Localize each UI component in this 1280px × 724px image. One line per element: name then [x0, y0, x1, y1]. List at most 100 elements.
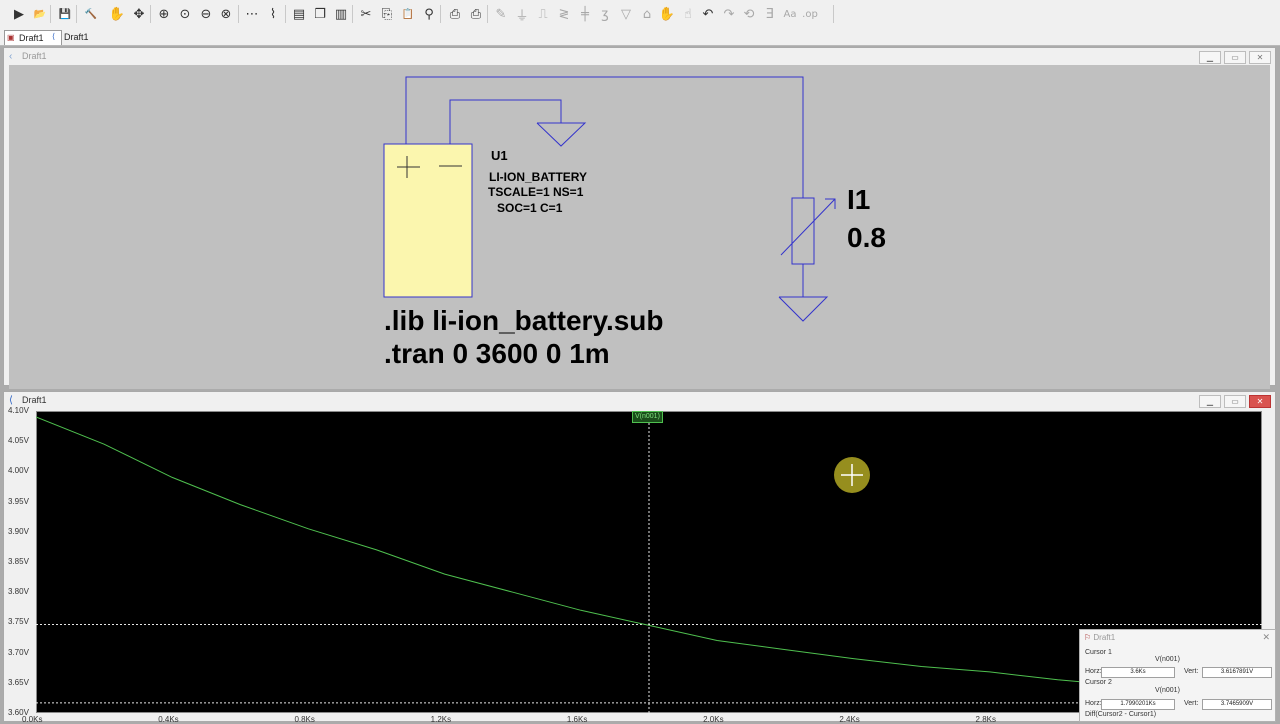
document-tabs: ▣ Draft1 ⟨ Draft1: [0, 29, 1280, 46]
y-tick-label: 4.05V: [8, 436, 29, 446]
toolbar-separator: [352, 5, 353, 23]
mirror-icon[interactable]: Ǝ: [761, 5, 779, 23]
save-icon[interactable]: 💾: [56, 5, 74, 23]
tab-plot-label: Draft1: [64, 32, 89, 42]
wire-minus: [449, 99, 562, 144]
close-button[interactable]: ✕: [1249, 51, 1271, 64]
ground-bottom: [778, 296, 829, 322]
y-tick-label: 3.75V: [8, 617, 29, 627]
inductor-icon[interactable]: ʒ: [596, 5, 614, 23]
minimize-button[interactable]: ▁: [1199, 395, 1221, 408]
cursor1-vert-label: Vert:: [1184, 668, 1199, 675]
rotate-icon[interactable]: ⟲: [740, 5, 758, 23]
move-icon[interactable]: ✋: [658, 5, 676, 23]
cursor1-vert-field[interactable]: 3.6167891V: [1202, 667, 1272, 678]
probe-icon: ⚐: [1084, 633, 1092, 642]
toolbar-separator: [150, 5, 151, 23]
trace-label[interactable]: V(n001): [632, 411, 663, 423]
cursor1-trace: V(n001): [1155, 656, 1180, 663]
capacitor-icon[interactable]: ╪: [576, 5, 594, 23]
cursor2-trace: V(n001): [1155, 687, 1180, 694]
toolbar-separator: [285, 5, 286, 23]
text-icon[interactable]: Aa: [781, 5, 799, 23]
zoom-cancel-icon[interactable]: ⊗: [217, 5, 235, 23]
y-tick-label: 3.90V: [8, 526, 29, 536]
cursor1-label: Cursor 1: [1085, 649, 1112, 656]
cursor2-label: Cursor 2: [1085, 679, 1112, 686]
cascade-icon[interactable]: ❐: [311, 5, 329, 23]
zoom-fit-icon[interactable]: ⊙: [176, 5, 194, 23]
tab-schematic-label: Draft1: [19, 33, 44, 43]
control-panel-icon[interactable]: 🔨: [82, 5, 100, 23]
schematic-window: ‹ Draft1 ▁ ▭ ✕ U1 LI-ION_BATTERY TSCALE=…: [3, 47, 1276, 389]
plot-window-title: ⟨ Draft1: [4, 392, 1275, 409]
schematic-drawing: U1 LI-ION_BATTERY TSCALE=1 NS=1 SOC=1 C=…: [383, 76, 886, 369]
copy-icon[interactable]: ⎘: [378, 5, 396, 23]
zoom-in-icon[interactable]: ⊕: [155, 5, 173, 23]
close-button[interactable]: ✕: [1249, 395, 1271, 408]
ground-icon[interactable]: ⏚: [513, 5, 531, 24]
spice-directive-icon[interactable]: .op: [801, 5, 819, 23]
wire-icon[interactable]: ✎: [492, 5, 510, 23]
tab-plot[interactable]: ⟨ Draft1: [50, 30, 106, 44]
halt-icon[interactable]: ✋: [108, 5, 126, 23]
resistor-icon[interactable]: ≷: [555, 5, 573, 23]
print-setup-icon[interactable]: ⎙: [446, 5, 464, 23]
plot-window-controls: ▁ ▭ ✕: [1199, 395, 1271, 408]
battery-params-1: TSCALE=1 NS=1: [488, 185, 584, 199]
y-tick-label: 3.85V: [8, 557, 29, 566]
directive-tran: .tran 0 3600 0 1m: [384, 338, 610, 369]
print-icon[interactable]: ⎙: [467, 5, 485, 23]
toolbar-separator: [238, 5, 239, 23]
redo-icon[interactable]: ↷: [720, 5, 738, 23]
maximize-button[interactable]: ▭: [1224, 51, 1246, 64]
toolbar-separator: [440, 5, 441, 23]
cursor-dialog-close-icon[interactable]: ✕: [1262, 632, 1270, 643]
y-tick-label: 3.95V: [8, 496, 29, 506]
schematic-window-title: ‹ Draft1: [4, 48, 1275, 65]
find-icon[interactable]: ⚲: [420, 5, 438, 23]
source-value: 0.8: [847, 222, 886, 253]
cursor2-horz-field[interactable]: 1.7990201Ks: [1101, 699, 1175, 710]
crosshair-icon: [841, 464, 863, 486]
cursor-dialog-title-text: Draft1: [1093, 633, 1116, 642]
label-net-icon[interactable]: ⎍: [534, 5, 552, 23]
tile-horizontal-icon[interactable]: ▤: [290, 5, 308, 23]
paste-icon[interactable]: 📋: [399, 5, 417, 23]
zoom-out-icon[interactable]: ⊖: [197, 5, 215, 23]
y-tick-label: 3.65V: [8, 677, 29, 687]
current-source-arrow: [780, 198, 836, 256]
pan-icon[interactable]: ✥: [130, 5, 148, 23]
cut-icon[interactable]: ✂: [357, 5, 375, 23]
toolbar-separator: [833, 5, 834, 23]
ground-top: [536, 122, 587, 147]
open-folder-icon[interactable]: 📂: [31, 5, 49, 23]
tile-vertical-icon[interactable]: ▥: [332, 5, 350, 23]
component-icon[interactable]: ⌂: [638, 5, 656, 23]
y-tick-label: 4.10V: [8, 406, 29, 415]
toolbar-separator: [50, 5, 51, 23]
diff-label: Diff(Cursor2 - Cursor1): [1085, 711, 1157, 718]
y-tick-label: 3.80V: [8, 587, 29, 597]
maximize-button[interactable]: ▭: [1224, 395, 1246, 408]
battery-model: LI-ION_BATTERY: [489, 170, 587, 184]
drag-icon[interactable]: ☝: [679, 5, 697, 23]
schematic-window-controls: ▁ ▭ ✕: [1199, 51, 1271, 64]
battery-ref: U1: [491, 148, 508, 163]
fft-icon[interactable]: ⌇: [264, 5, 282, 23]
current-source-body: [791, 197, 815, 265]
y-tick-label: 4.00V: [8, 466, 29, 476]
main-toolbar: ▶ 📂 💾 🔨 ✋ ✥ ⊕ ⊙ ⊖ ⊗ ⋯ ⌇ ▤ ❐ ▥ ✂ ⎘ 📋 ⚲ ⎙ ⎙ ✎ ⏚ ⎍ ≷ ╪ ʒ ▽ ⌂ ✋ ☝ ↶ ↷ ⟲ Ǝ Aa .op: [0, 0, 1280, 30]
schematic-icon: ▣: [7, 33, 15, 42]
toolbar-separator: [76, 5, 77, 23]
cursor1-horz-field[interactable]: 3.6Ks: [1101, 667, 1175, 678]
minimize-button[interactable]: ▁: [1199, 51, 1221, 64]
undo-icon[interactable]: ↶: [699, 5, 717, 23]
run-icon[interactable]: ▶: [10, 5, 28, 23]
diode-icon[interactable]: ▽: [617, 5, 635, 23]
cursor2-vert-field[interactable]: 3.7465909V: [1202, 699, 1272, 710]
schematic-canvas[interactable]: U1 LI-ION_BATTERY TSCALE=1 NS=1 SOC=1 C=…: [9, 65, 1270, 389]
cursor-dialog: ⚐ Draft1 ✕ Cursor 1 V(n001) Horz: 3.6Ks …: [1079, 629, 1276, 722]
autorange-icon[interactable]: ⋯: [243, 5, 261, 23]
source-ref: I1: [847, 184, 870, 215]
